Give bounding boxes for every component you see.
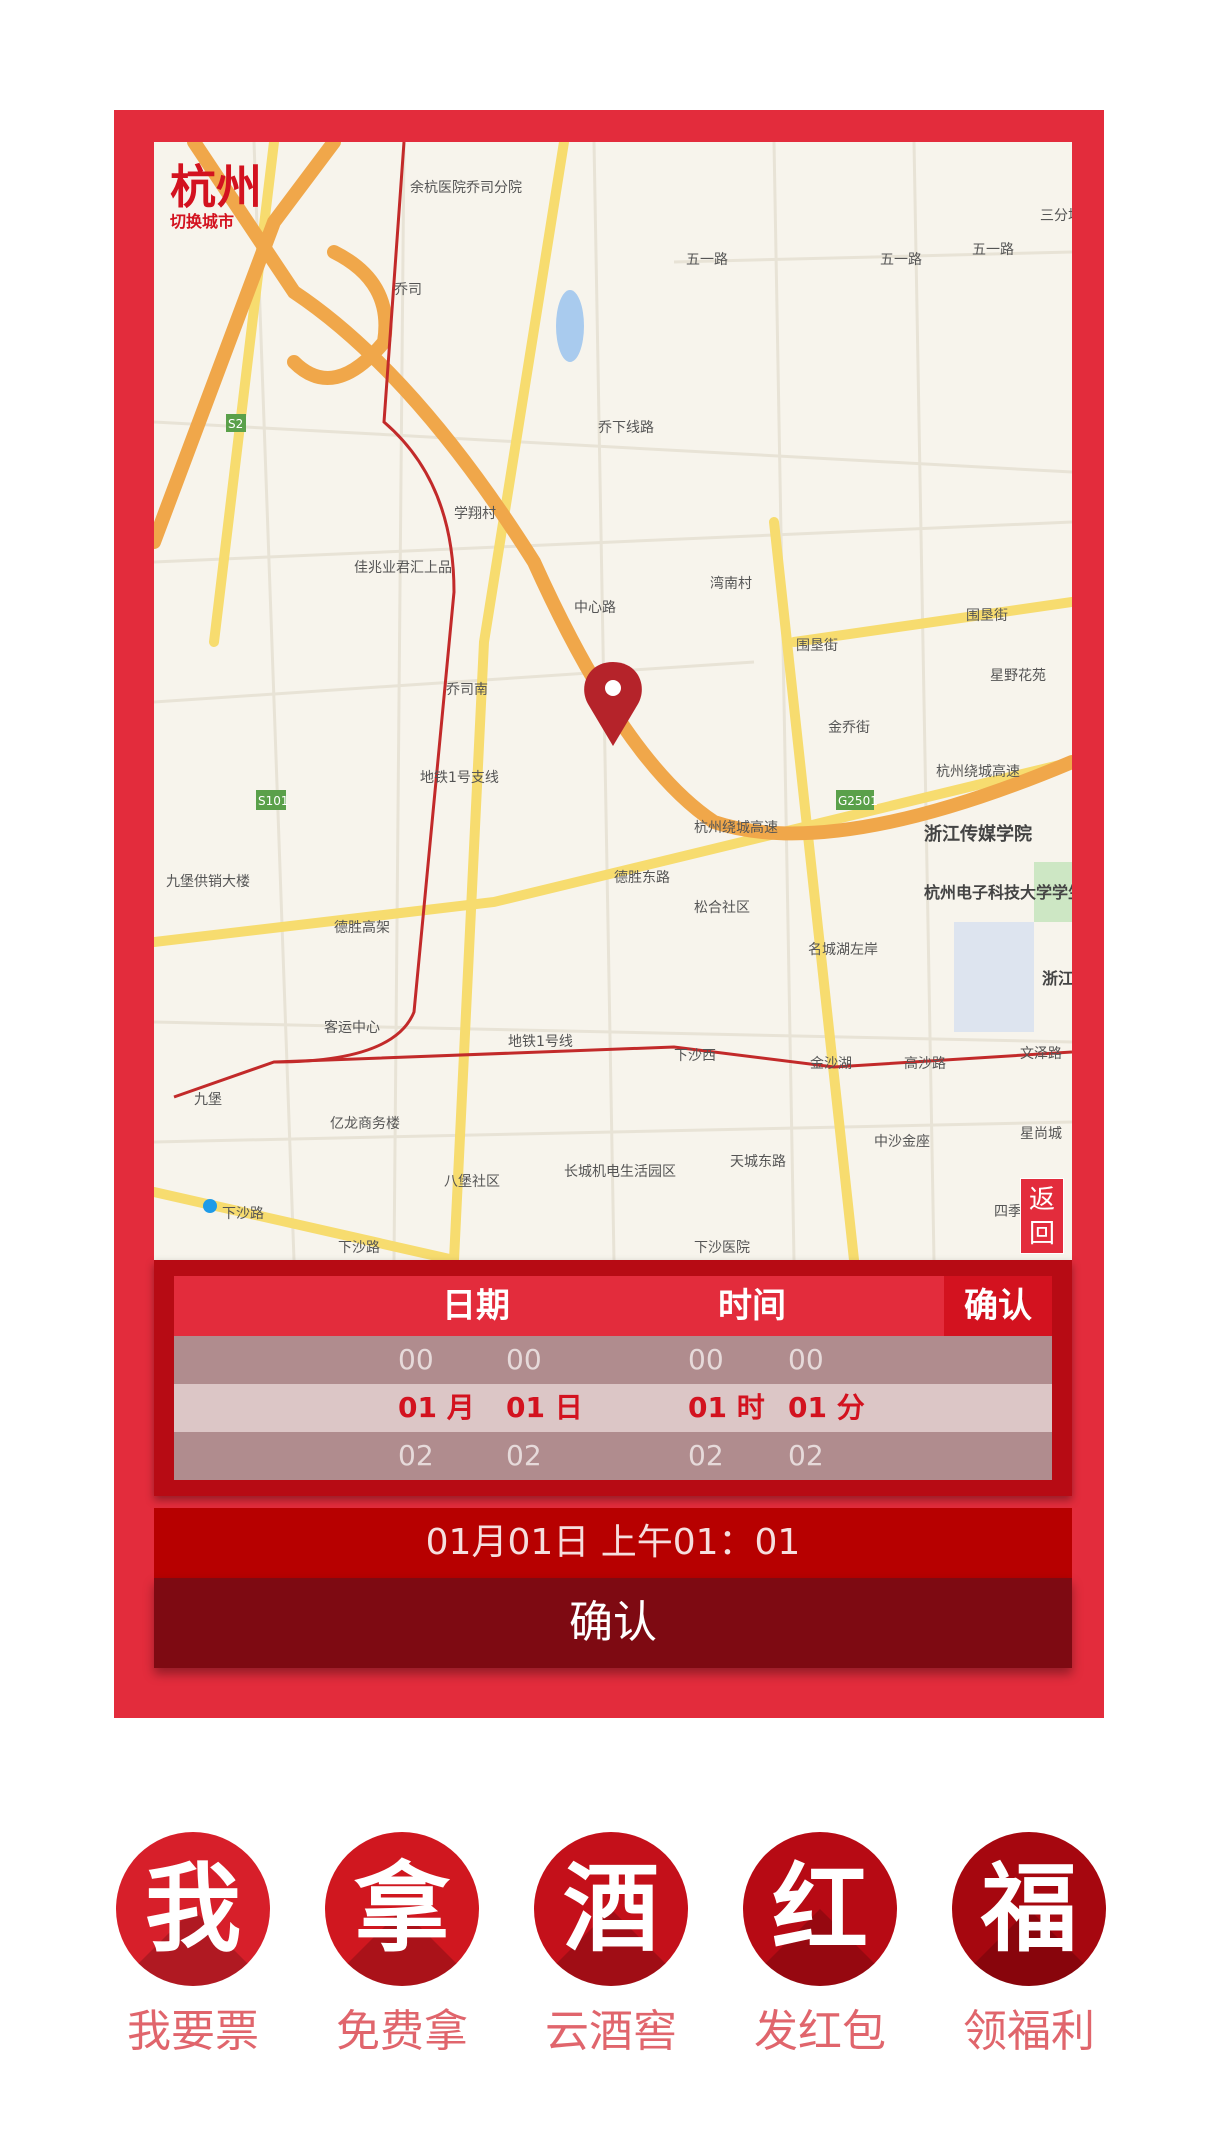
map-card: 余杭医院乔司分院 乔司 五一路 五一路 五一路 三分场 乔下线路 学翔村 佳兆业… xyxy=(114,110,1104,1718)
map-label: 中心路 xyxy=(574,600,616,616)
map-label: 下沙路 xyxy=(338,1240,380,1256)
nav-item-red-packet[interactable]: 红 发红包 xyxy=(740,1832,900,2060)
nav-label-red-packet: 发红包 xyxy=(754,2006,886,2057)
nav-icon-tickets: 我 xyxy=(116,1832,270,1986)
picker-row-selected[interactable]: 01 月 01 日 01 时 01 分 xyxy=(174,1384,1052,1432)
map-label: 八堡社区 xyxy=(444,1174,500,1190)
nav-label-free: 免费拿 xyxy=(336,2006,468,2057)
map-label: 围垦街 xyxy=(796,638,838,654)
nav-label-tickets: 我要票 xyxy=(127,2006,259,2057)
highway-shield-label: S2 xyxy=(228,417,243,431)
hour-selected: 01 时 xyxy=(688,1391,765,1424)
selected-datetime-display: 01月01日 上午01：01 xyxy=(154,1508,1072,1578)
map-label: 星尚城 xyxy=(1020,1126,1062,1142)
map-label: 佳兆业君汇上品 xyxy=(354,560,452,576)
map-label: 五一路 xyxy=(686,252,728,268)
current-location-dot xyxy=(203,1199,217,1213)
nav-item-benefits[interactable]: 福 领福利 xyxy=(949,1832,1109,2060)
nav-icon-benefits: 福 xyxy=(952,1832,1106,1986)
map-label: 下沙医院 xyxy=(694,1240,750,1256)
day-next: 02 xyxy=(506,1439,542,1472)
map-label: 杭州电子科技大学学生生活区 xyxy=(924,883,1072,902)
map-label: 下沙路 xyxy=(222,1206,264,1222)
map-label: 湾南村 xyxy=(710,575,752,592)
back-button[interactable]: 返回 xyxy=(1020,1178,1064,1254)
map-label: 围垦街 xyxy=(966,608,1008,624)
map-label: 名城湖左岸 xyxy=(808,942,878,958)
map-label: 德胜东路 xyxy=(614,870,670,886)
nav-item-free[interactable]: 拿 免费拿 xyxy=(322,1832,482,2060)
map-label: 高沙路 xyxy=(904,1055,946,1072)
minute-selected: 01 分 xyxy=(788,1391,865,1424)
map-label: 长城机电生活园区 xyxy=(564,1164,676,1180)
map-label: 中沙金座 xyxy=(874,1134,930,1150)
map-label: 金沙湖 xyxy=(810,1056,852,1072)
confirm-button[interactable]: 确认 xyxy=(154,1578,1072,1668)
map-view[interactable]: 余杭医院乔司分院 乔司 五一路 五一路 五一路 三分场 乔下线路 学翔村 佳兆业… xyxy=(154,142,1072,1260)
datetime-picker: 日期 时间 确认 00 00 00 00 01 月 01 日 01 时 01 分… xyxy=(154,1260,1072,1496)
map-label: 五一路 xyxy=(972,242,1014,258)
nav-icon-red-packet: 红 xyxy=(743,1832,897,1986)
picker-row-next[interactable]: 02 02 02 02 xyxy=(174,1432,1052,1480)
highway-shield-label: G2501 xyxy=(838,794,878,808)
map-label: 九堡 xyxy=(194,1092,222,1108)
hour-next: 02 xyxy=(688,1439,724,1472)
nav-label-benefits: 领福利 xyxy=(963,2006,1095,2057)
map-label: 文泽路 xyxy=(1020,1046,1062,1062)
map-label: 天城东路 xyxy=(730,1154,786,1170)
map-label: 乔司 xyxy=(394,282,422,298)
month-next: 02 xyxy=(398,1439,434,1472)
map-label: 学翔村 xyxy=(454,506,496,522)
minute-next: 02 xyxy=(788,1439,824,1472)
city-name: 杭州 xyxy=(170,160,262,214)
month-selected: 01 月 xyxy=(398,1391,475,1424)
highway-shield-label: S101 xyxy=(258,794,289,808)
map-label: 松合社区 xyxy=(694,900,750,916)
picker-row-prev[interactable]: 00 00 00 00 xyxy=(174,1336,1052,1384)
map-label: 德胜高架 xyxy=(334,919,390,936)
map-label: 星野花苑 xyxy=(990,668,1046,684)
day-selected: 01 日 xyxy=(506,1391,583,1424)
map-label: 地铁1号线 xyxy=(508,1034,573,1050)
map-label: 杭州绕城高速 xyxy=(936,763,1020,780)
minute-prev: 00 xyxy=(788,1343,824,1376)
hour-prev: 00 xyxy=(688,1343,724,1376)
map-label: 余杭医院乔司分院 xyxy=(410,179,522,196)
map-label: 浙江下沙 xyxy=(1042,969,1072,988)
map-label: 五一路 xyxy=(880,252,922,268)
map-label: 杭州绕城高速 xyxy=(694,819,778,836)
time-column-label: 时间 xyxy=(718,1286,786,1326)
map-label: 乔司南 xyxy=(446,682,488,698)
nav-item-tickets[interactable]: 我 我要票 xyxy=(113,1832,273,2060)
map-label: 下沙西 xyxy=(674,1048,716,1064)
map-label: 九堡供销大楼 xyxy=(166,874,250,890)
nav-label-wine-cellar: 云酒窖 xyxy=(545,2006,677,2057)
map-canvas[interactable]: 余杭医院乔司分院 乔司 五一路 五一路 五一路 三分场 乔下线路 学翔村 佳兆业… xyxy=(154,142,1072,1260)
map-label: 亿龙商务楼 xyxy=(330,1116,400,1132)
day-prev: 00 xyxy=(506,1343,542,1376)
map-label: 地铁1号支线 xyxy=(420,770,499,786)
map-label: 金乔街 xyxy=(828,720,870,736)
switch-city-link[interactable]: 切换城市 xyxy=(170,212,262,232)
nav-icon-wine-cellar: 酒 xyxy=(534,1832,688,1986)
month-prev: 00 xyxy=(398,1343,434,1376)
picker-confirm-button[interactable]: 确认 xyxy=(944,1276,1052,1336)
nav-item-wine-cellar[interactable]: 酒 云酒窖 xyxy=(531,1832,691,2060)
city-selector[interactable]: 杭州 切换城市 xyxy=(170,162,262,232)
map-label: 四季 xyxy=(994,1204,1022,1220)
nav-icon-free: 拿 xyxy=(325,1832,479,1986)
map-label: 浙江传媒学院 xyxy=(924,823,1032,845)
date-column-label: 日期 xyxy=(442,1286,510,1326)
map-label: 乔下线路 xyxy=(598,420,654,436)
map-label: 三分场 xyxy=(1040,208,1072,224)
picker-header: 日期 时间 确认 xyxy=(174,1276,1052,1336)
map-label: 客运中心 xyxy=(324,1019,380,1036)
